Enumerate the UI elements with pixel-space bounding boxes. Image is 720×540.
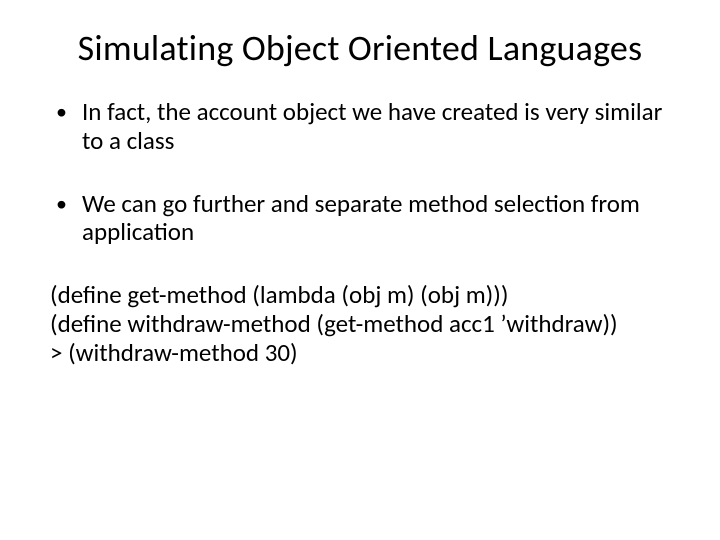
- slide-body: In fact, the account object we have crea…: [50, 98, 670, 367]
- code-line: (define get-method (lambda (obj m) (obj …: [50, 281, 670, 310]
- slide: Simulating Object Oriented Languages In …: [0, 0, 720, 540]
- code-block: (define get-method (lambda (obj m) (obj …: [50, 281, 670, 367]
- code-line: (define withdraw-method (get-method acc1…: [50, 310, 670, 339]
- slide-title: Simulating Object Oriented Languages: [50, 26, 670, 70]
- bullet-item: In fact, the account object we have crea…: [50, 98, 670, 156]
- bullet-list: In fact, the account object we have crea…: [50, 98, 670, 247]
- code-line: > (withdraw-method 30): [50, 339, 670, 368]
- bullet-item: We can go further and separate method se…: [50, 190, 670, 248]
